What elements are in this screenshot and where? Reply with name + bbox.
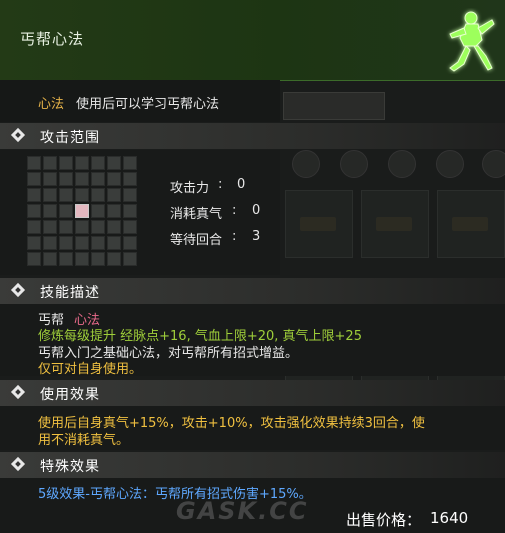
range-cell bbox=[43, 172, 57, 186]
range-cell bbox=[123, 188, 137, 202]
diamond-icon bbox=[10, 456, 26, 472]
range-cell bbox=[123, 172, 137, 186]
range-cell bbox=[123, 220, 137, 234]
section-header-skill: 技能描述 bbox=[0, 278, 505, 304]
range-cell bbox=[75, 156, 89, 170]
range-cell bbox=[107, 236, 121, 250]
stat-label: 消耗真气 bbox=[170, 207, 223, 222]
range-cell bbox=[75, 236, 89, 250]
stat-colon: : bbox=[218, 177, 223, 192]
title-bar: 丐帮心法 bbox=[0, 0, 505, 81]
stat-colon: : bbox=[232, 203, 237, 218]
range-cell bbox=[27, 220, 41, 234]
section-title-skill: 技能描述 bbox=[40, 285, 100, 301]
range-cell bbox=[59, 156, 73, 170]
range-cell bbox=[59, 236, 73, 250]
range-cell bbox=[107, 220, 121, 234]
price-value: 1640 bbox=[430, 509, 469, 527]
use-effect-line: 用不消耗真气。 bbox=[38, 433, 130, 448]
range-cell bbox=[91, 204, 105, 218]
range-cell-self bbox=[75, 204, 89, 218]
range-cell bbox=[123, 204, 137, 218]
section-header-special: 特殊效果 bbox=[0, 452, 505, 478]
range-cell bbox=[107, 172, 121, 186]
item-category: 心法 bbox=[38, 97, 65, 112]
range-cell bbox=[27, 204, 41, 218]
range-cell bbox=[43, 252, 57, 266]
range-cell bbox=[107, 252, 121, 266]
section-title-use: 使用效果 bbox=[40, 387, 100, 403]
stat-label: 等待回合 bbox=[170, 233, 223, 248]
range-cell bbox=[27, 172, 41, 186]
range-cell bbox=[43, 204, 57, 218]
range-cell bbox=[59, 204, 73, 218]
range-cell bbox=[27, 156, 41, 170]
item-title: 丐帮心法 bbox=[20, 30, 85, 48]
range-cell bbox=[91, 252, 105, 266]
range-cell bbox=[91, 156, 105, 170]
range-cell bbox=[91, 188, 105, 202]
range-cell bbox=[107, 204, 121, 218]
range-cell bbox=[43, 156, 57, 170]
range-cell bbox=[27, 252, 41, 266]
range-cell bbox=[43, 220, 57, 234]
range-cell bbox=[123, 252, 137, 266]
range-cell bbox=[91, 220, 105, 234]
section-title-special: 特殊效果 bbox=[40, 459, 100, 475]
range-cell bbox=[75, 188, 89, 202]
diamond-icon bbox=[10, 127, 26, 143]
stat-value: 0 bbox=[237, 177, 246, 192]
range-cell bbox=[43, 236, 57, 250]
range-cell bbox=[43, 188, 57, 202]
range-cell bbox=[75, 172, 89, 186]
range-cell bbox=[59, 188, 73, 202]
range-cell bbox=[123, 236, 137, 250]
range-cell bbox=[91, 236, 105, 250]
diamond-icon bbox=[10, 282, 26, 298]
item-tooltip-panel: 丐帮心法 心法 使用后可以学习丐帮心法 攻击范围 攻击力: 0 消耗真气: … bbox=[0, 0, 505, 533]
range-cell bbox=[123, 156, 137, 170]
stat-value: 3 bbox=[252, 229, 261, 244]
range-cell bbox=[91, 172, 105, 186]
range-cell bbox=[107, 156, 121, 170]
range-cell bbox=[75, 220, 89, 234]
price-label: 出售价格： bbox=[346, 511, 422, 529]
section-header-range: 攻击范围 bbox=[0, 123, 505, 149]
range-cell bbox=[59, 172, 73, 186]
section-header-use: 使用效果 bbox=[0, 380, 505, 406]
range-cell bbox=[75, 252, 89, 266]
item-usage-text: 使用后可以学习丐帮心法 bbox=[76, 97, 220, 112]
skill-target-line: 仅可对自身使用。 bbox=[38, 362, 143, 377]
stat-colon: : bbox=[232, 229, 237, 244]
range-cell bbox=[27, 236, 41, 250]
range-cell bbox=[107, 188, 121, 202]
stat-label: 攻击力 bbox=[170, 181, 210, 196]
attack-range-grid bbox=[27, 156, 139, 268]
stat-value: 0 bbox=[252, 203, 261, 218]
range-cell bbox=[59, 220, 73, 234]
watermark-text: GASK.CC bbox=[176, 497, 309, 525]
diamond-icon bbox=[10, 384, 26, 400]
fighter-portrait-icon bbox=[449, 11, 495, 72]
range-cell bbox=[59, 252, 73, 266]
section-title-range: 攻击范围 bbox=[40, 130, 100, 146]
range-cell bbox=[27, 188, 41, 202]
